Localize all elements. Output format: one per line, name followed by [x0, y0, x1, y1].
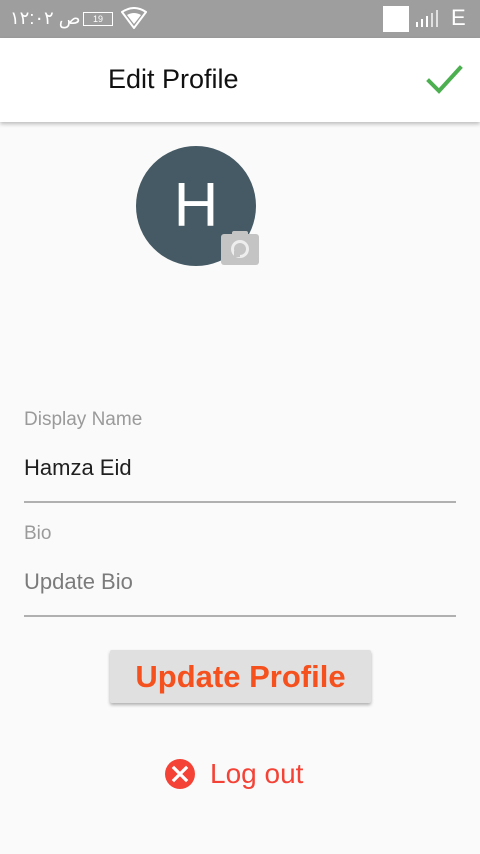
display-name-label: Display Name [24, 409, 143, 430]
display-name-input[interactable]: Hamza Eid [24, 455, 132, 481]
bio-input[interactable]: Update Bio [24, 569, 133, 595]
cancel-icon [165, 759, 195, 789]
network-type: E [451, 5, 466, 30]
signal-icon [416, 10, 438, 27]
display-name-underline [24, 501, 456, 503]
page-title: Edit Profile [108, 64, 239, 94]
check-icon[interactable] [424, 62, 464, 98]
app-bar: Edit Profile [0, 38, 480, 122]
logout-label: Log out [210, 758, 304, 789]
bio-label: Bio [24, 523, 52, 544]
wifi-icon [121, 7, 147, 29]
status-bar: ص ١٢:٠٢ 19 E [0, 0, 480, 38]
bio-underline [24, 615, 456, 617]
battery-icon: 19 [83, 12, 113, 26]
update-profile-button[interactable]: Update Profile [110, 650, 371, 703]
notification-icon [383, 6, 409, 32]
camera-icon[interactable] [221, 231, 259, 265]
status-time: ص ١٢:٠٢ [10, 8, 81, 28]
logout-button[interactable]: Log out [164, 756, 303, 792]
